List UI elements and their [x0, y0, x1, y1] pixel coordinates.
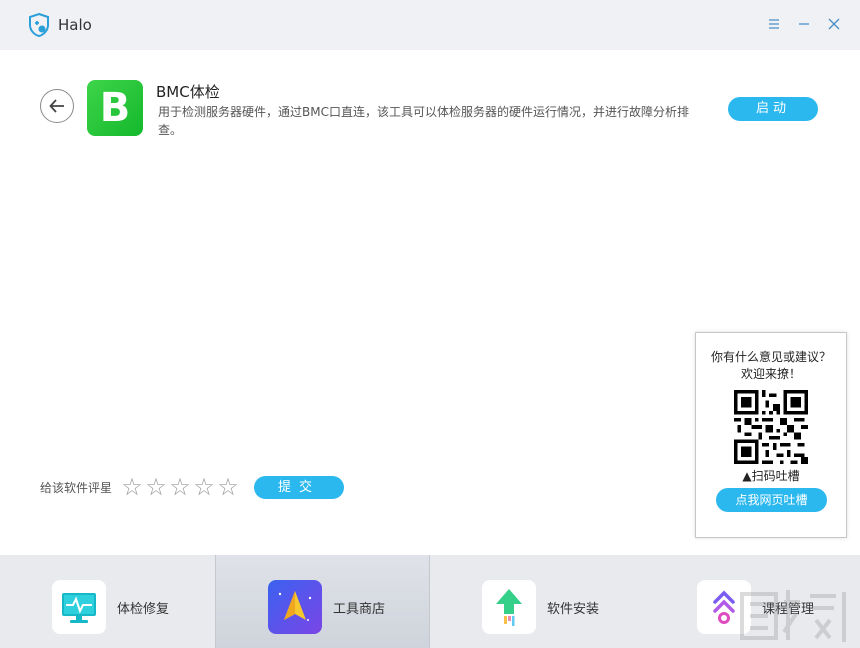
star-5-icon[interactable]: ☆: [216, 474, 240, 500]
monitor-pulse-icon: [52, 580, 106, 634]
bmc-tool-icon: B: [87, 80, 143, 136]
tool-icon-letter: B: [87, 80, 143, 136]
title-bar: Halo: [0, 0, 860, 50]
close-icon[interactable]: [824, 14, 844, 34]
web-feedback-button[interactable]: 点我网页吐槽: [716, 488, 827, 512]
nav-label: 体检修复: [117, 598, 169, 617]
halo-logo-icon: [26, 12, 52, 38]
qr-code-icon: [734, 390, 808, 464]
star-3-icon[interactable]: ☆: [168, 474, 192, 500]
minimize-icon[interactable]: [794, 14, 814, 34]
menu-icon[interactable]: [764, 14, 784, 34]
nav-item-tool-store[interactable]: 工具商店: [215, 555, 430, 648]
arrow-left-icon: [48, 97, 66, 115]
nav-item-software-install[interactable]: 软件安装: [430, 555, 645, 648]
rating-label: 给该软件评星: [40, 479, 112, 496]
watermark-icon: [736, 580, 860, 648]
tool-title: BMC体检: [156, 81, 220, 102]
upload-arrow-icon: [482, 580, 536, 634]
star-2-icon[interactable]: ☆: [144, 474, 168, 500]
feedback-welcome: 欢迎来撩！: [696, 365, 846, 382]
submit-rating-button[interactable]: 提交: [254, 476, 344, 499]
bottom-nav: 体检修复 工具商店 软件安装: [0, 555, 860, 648]
feedback-panel: 你有什么意见或建议？ 欢迎来撩！ ▲扫码吐槽 点我网页吐槽: [695, 332, 847, 538]
app-title: Halo: [58, 16, 92, 34]
launch-button[interactable]: 启动: [728, 97, 818, 121]
nav-item-checkup[interactable]: 体检修复: [0, 555, 215, 648]
nav-label: 软件安装: [547, 598, 599, 617]
store-icon: [268, 580, 322, 634]
nav-label: 工具商店: [333, 598, 385, 617]
star-4-icon[interactable]: ☆: [192, 474, 216, 500]
back-button[interactable]: [40, 89, 74, 123]
tool-description: 用于检测服务器硬件，通过BMC口直连，该工具可以体检服务器的硬件运行情况，并进行…: [158, 103, 703, 139]
star-1-icon[interactable]: ☆: [120, 474, 144, 500]
feedback-question: 你有什么意见或建议？: [696, 348, 846, 365]
scan-label: ▲扫码吐槽: [696, 467, 846, 484]
star-rating: ☆☆☆☆☆: [120, 474, 240, 500]
